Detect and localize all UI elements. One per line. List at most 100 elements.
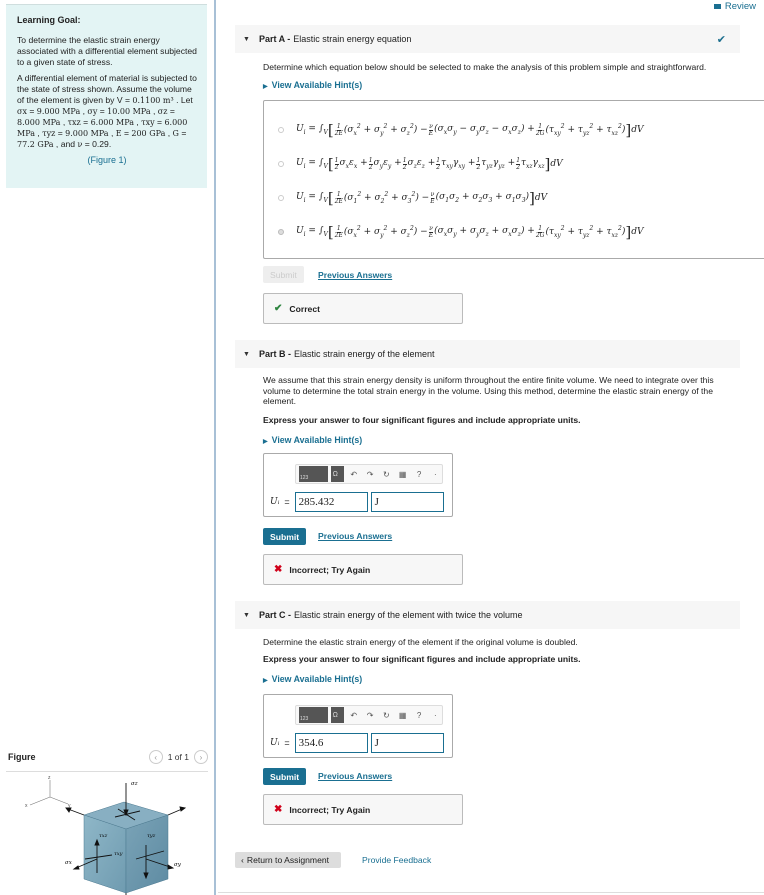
label-sigma-y: σy — [174, 862, 182, 868]
equation-options: Ui = ∫V[1 2E (σx2 + σy2 + σz2) − ν E (σxσy −… — [263, 100, 764, 259]
radio-option-1[interactable] — [278, 127, 284, 133]
cube-right-face — [125, 814, 169, 894]
figure-pager: ‹ 1 of 1 › — [148, 750, 208, 764]
part-c-unit-input[interactable]: J — [370, 733, 444, 753]
divider — [218, 892, 764, 893]
part-b-answer-box: 123 Ω ↶ ↷ ↻ ▦ ? · Uᵢ = 285.432 J — [263, 453, 453, 517]
learning-goal-text: To determine the elastic strain energy a… — [17, 35, 197, 67]
answer-row: Uᵢ = 354.6 J — [270, 733, 444, 753]
undo-icon[interactable]: ↶ — [347, 470, 360, 479]
part-b-previous-answers-link[interactable]: Previous Answers — [318, 531, 392, 541]
nu-value: 0.29 — [92, 139, 109, 149]
part-a-previous-answers-link[interactable]: Previous Answers — [318, 270, 392, 280]
label-tau-xy: τxy — [114, 851, 123, 857]
part-b-submit-button[interactable]: Submit — [263, 528, 307, 545]
axis-x-label: x — [25, 803, 28, 809]
part-a-feedback: ✔ Correct — [263, 293, 463, 324]
part-b-feedback: ✖ Incorrect; Try Again — [263, 554, 463, 585]
part-c-feedback: ✖ Incorrect; Try Again — [263, 794, 463, 825]
redo-icon[interactable]: ↷ — [363, 711, 376, 720]
label-sigma-z: σz — [131, 781, 138, 787]
part-b-unit-input[interactable]: J — [370, 492, 444, 512]
symbols-button[interactable]: Ω — [330, 707, 345, 723]
next-figure-button[interactable]: › — [194, 750, 208, 764]
part-c-previous-answers-link[interactable]: Previous Answers — [318, 771, 392, 781]
part-c-hint-toggle[interactable]: ▶ View Available Hint(s) — [263, 674, 362, 684]
part-c-header[interactable]: ▼ Part C - Elastic strain energy of the … — [235, 601, 740, 629]
part-c-instruction: Express your answer to four significant … — [263, 654, 581, 664]
part-b-value-input[interactable]: 285.432 — [294, 492, 368, 512]
part-c-title: Elastic strain energy of the element wit… — [293, 610, 523, 620]
e-value: 200 GPa — [131, 129, 166, 138]
part-b-hint-toggle[interactable]: ▶ View Available Hint(s) — [263, 435, 362, 445]
g-value: 77.2 GPa — [17, 140, 54, 149]
undo-icon[interactable]: ↶ — [347, 711, 360, 720]
part-a-hint-toggle[interactable]: ▶ View Available Hint(s) — [263, 80, 362, 90]
math-toolbar: 123 Ω ↶ ↷ ↻ ▦ ? · — [295, 464, 443, 484]
part-c-value-input[interactable]: 354.6 — [294, 733, 368, 753]
learning-goal-box: Learning Goal: To determine the elastic … — [6, 4, 207, 188]
label-tau-xz: τxz — [99, 833, 108, 839]
part-b-header[interactable]: ▼ Part B - Elastic strain energy of the … — [235, 340, 740, 368]
reset-icon[interactable]: ↻ — [380, 711, 393, 720]
answer-variable-label: Uᵢ — [270, 497, 280, 507]
x-icon: ✖ — [274, 564, 283, 575]
expand-triangle-icon: ▶ — [263, 678, 268, 684]
symbols-button[interactable]: Ω — [330, 466, 345, 482]
equation-option-2[interactable]: Ui = ∫V[1 2 σxεx + 1 2 σyεy + 1 2 σzεz + 1 2 τxy… — [278, 155, 563, 173]
checkmark-icon: ✔ — [716, 33, 726, 46]
radio-option-4-selected[interactable] — [278, 229, 284, 235]
keyboard-icon[interactable]: ▦ — [396, 470, 409, 479]
tau-xz-value: 6.000 MPa — [90, 118, 134, 127]
help-icon[interactable]: ? — [412, 470, 425, 479]
problem-statement: A differential element of material is su… — [17, 73, 197, 149]
expand-triangle-icon: ▶ — [263, 439, 268, 445]
equation-option-4[interactable]: Ui = ∫V[1 2E (σx2 + σy2 + σz2) − ν E (σxσy +… — [278, 223, 644, 241]
return-to-assignment-button[interactable]: ‹ Return to Assignment — [235, 852, 341, 868]
provide-feedback-link[interactable]: Provide Feedback — [362, 855, 431, 865]
collapse-caret-icon: ▼ — [243, 350, 250, 358]
label-sigma-x: σx — [65, 860, 73, 866]
figure-header: Figure ‹ 1 of 1 › — [6, 750, 208, 772]
axis-z-label: z — [48, 775, 51, 781]
help-icon[interactable]: ? — [412, 711, 425, 720]
chevron-left-icon: ‹ — [241, 855, 244, 865]
part-a-submit-button[interactable]: Submit — [263, 266, 304, 283]
figure-page-count: 1 of 1 — [167, 752, 189, 762]
book-icon — [713, 4, 721, 9]
part-c-answer-box: 123 Ω ↶ ↷ ↻ ▦ ? · Uᵢ = 354.6 J — [263, 694, 453, 758]
part-c-submit-button[interactable]: Submit — [263, 768, 307, 785]
sigma-z-value: 8.000 MPa — [17, 118, 61, 127]
answer-row: Uᵢ = 285.432 J — [270, 492, 444, 512]
answer-variable-label: Uᵢ — [270, 738, 280, 748]
math-toolbar: 123 Ω ↶ ↷ ↻ ▦ ? · — [295, 705, 443, 725]
more-icon[interactable]: · — [429, 711, 442, 720]
figure-link[interactable]: (Figure 1) — [17, 155, 197, 166]
axis-triad — [29, 780, 69, 806]
redo-icon[interactable]: ↷ — [363, 470, 376, 479]
review-link[interactable]: Review — [713, 1, 756, 12]
expand-triangle-icon: ▶ — [263, 84, 268, 90]
x-icon: ✖ — [274, 804, 283, 815]
part-c-prompt: Determine the elastic strain energy of t… — [263, 637, 578, 647]
figure-title: Figure — [8, 752, 36, 762]
sigma-x-value: 9.000 MPa — [36, 107, 81, 116]
learning-goal-title: Learning Goal: — [17, 15, 81, 25]
collapse-caret-icon: ▼ — [243, 611, 250, 619]
part-a-header[interactable]: ▼ Part A - Elastic strain energy equatio… — [235, 25, 740, 53]
label-tau-yz: τyz — [147, 833, 156, 839]
radio-option-2[interactable] — [278, 161, 284, 167]
equation-option-3[interactable]: Ui = ∫V[1 2E (σ12 + σ22 + σ32) − ν E (σ1σ2 +… — [278, 189, 547, 207]
part-a-title: Elastic strain energy equation — [293, 34, 412, 44]
keyboard-icon[interactable]: ▦ — [396, 711, 409, 720]
more-icon[interactable]: · — [429, 470, 442, 479]
reset-icon[interactable]: ↻ — [380, 470, 393, 479]
prev-figure-button[interactable]: ‹ — [148, 750, 163, 764]
radio-option-3[interactable] — [278, 195, 284, 201]
left-panel: Learning Goal: To determine the elastic … — [0, 0, 216, 895]
equation-option-1[interactable]: Ui = ∫V[1 2E (σx2 + σy2 + σz2) − ν E (σxσy −… — [278, 121, 644, 139]
templates-button[interactable]: 123 — [299, 707, 328, 723]
collapse-caret-icon: ▼ — [243, 35, 250, 43]
templates-button[interactable]: 123 — [299, 466, 328, 482]
check-icon: ✔ — [274, 303, 283, 314]
